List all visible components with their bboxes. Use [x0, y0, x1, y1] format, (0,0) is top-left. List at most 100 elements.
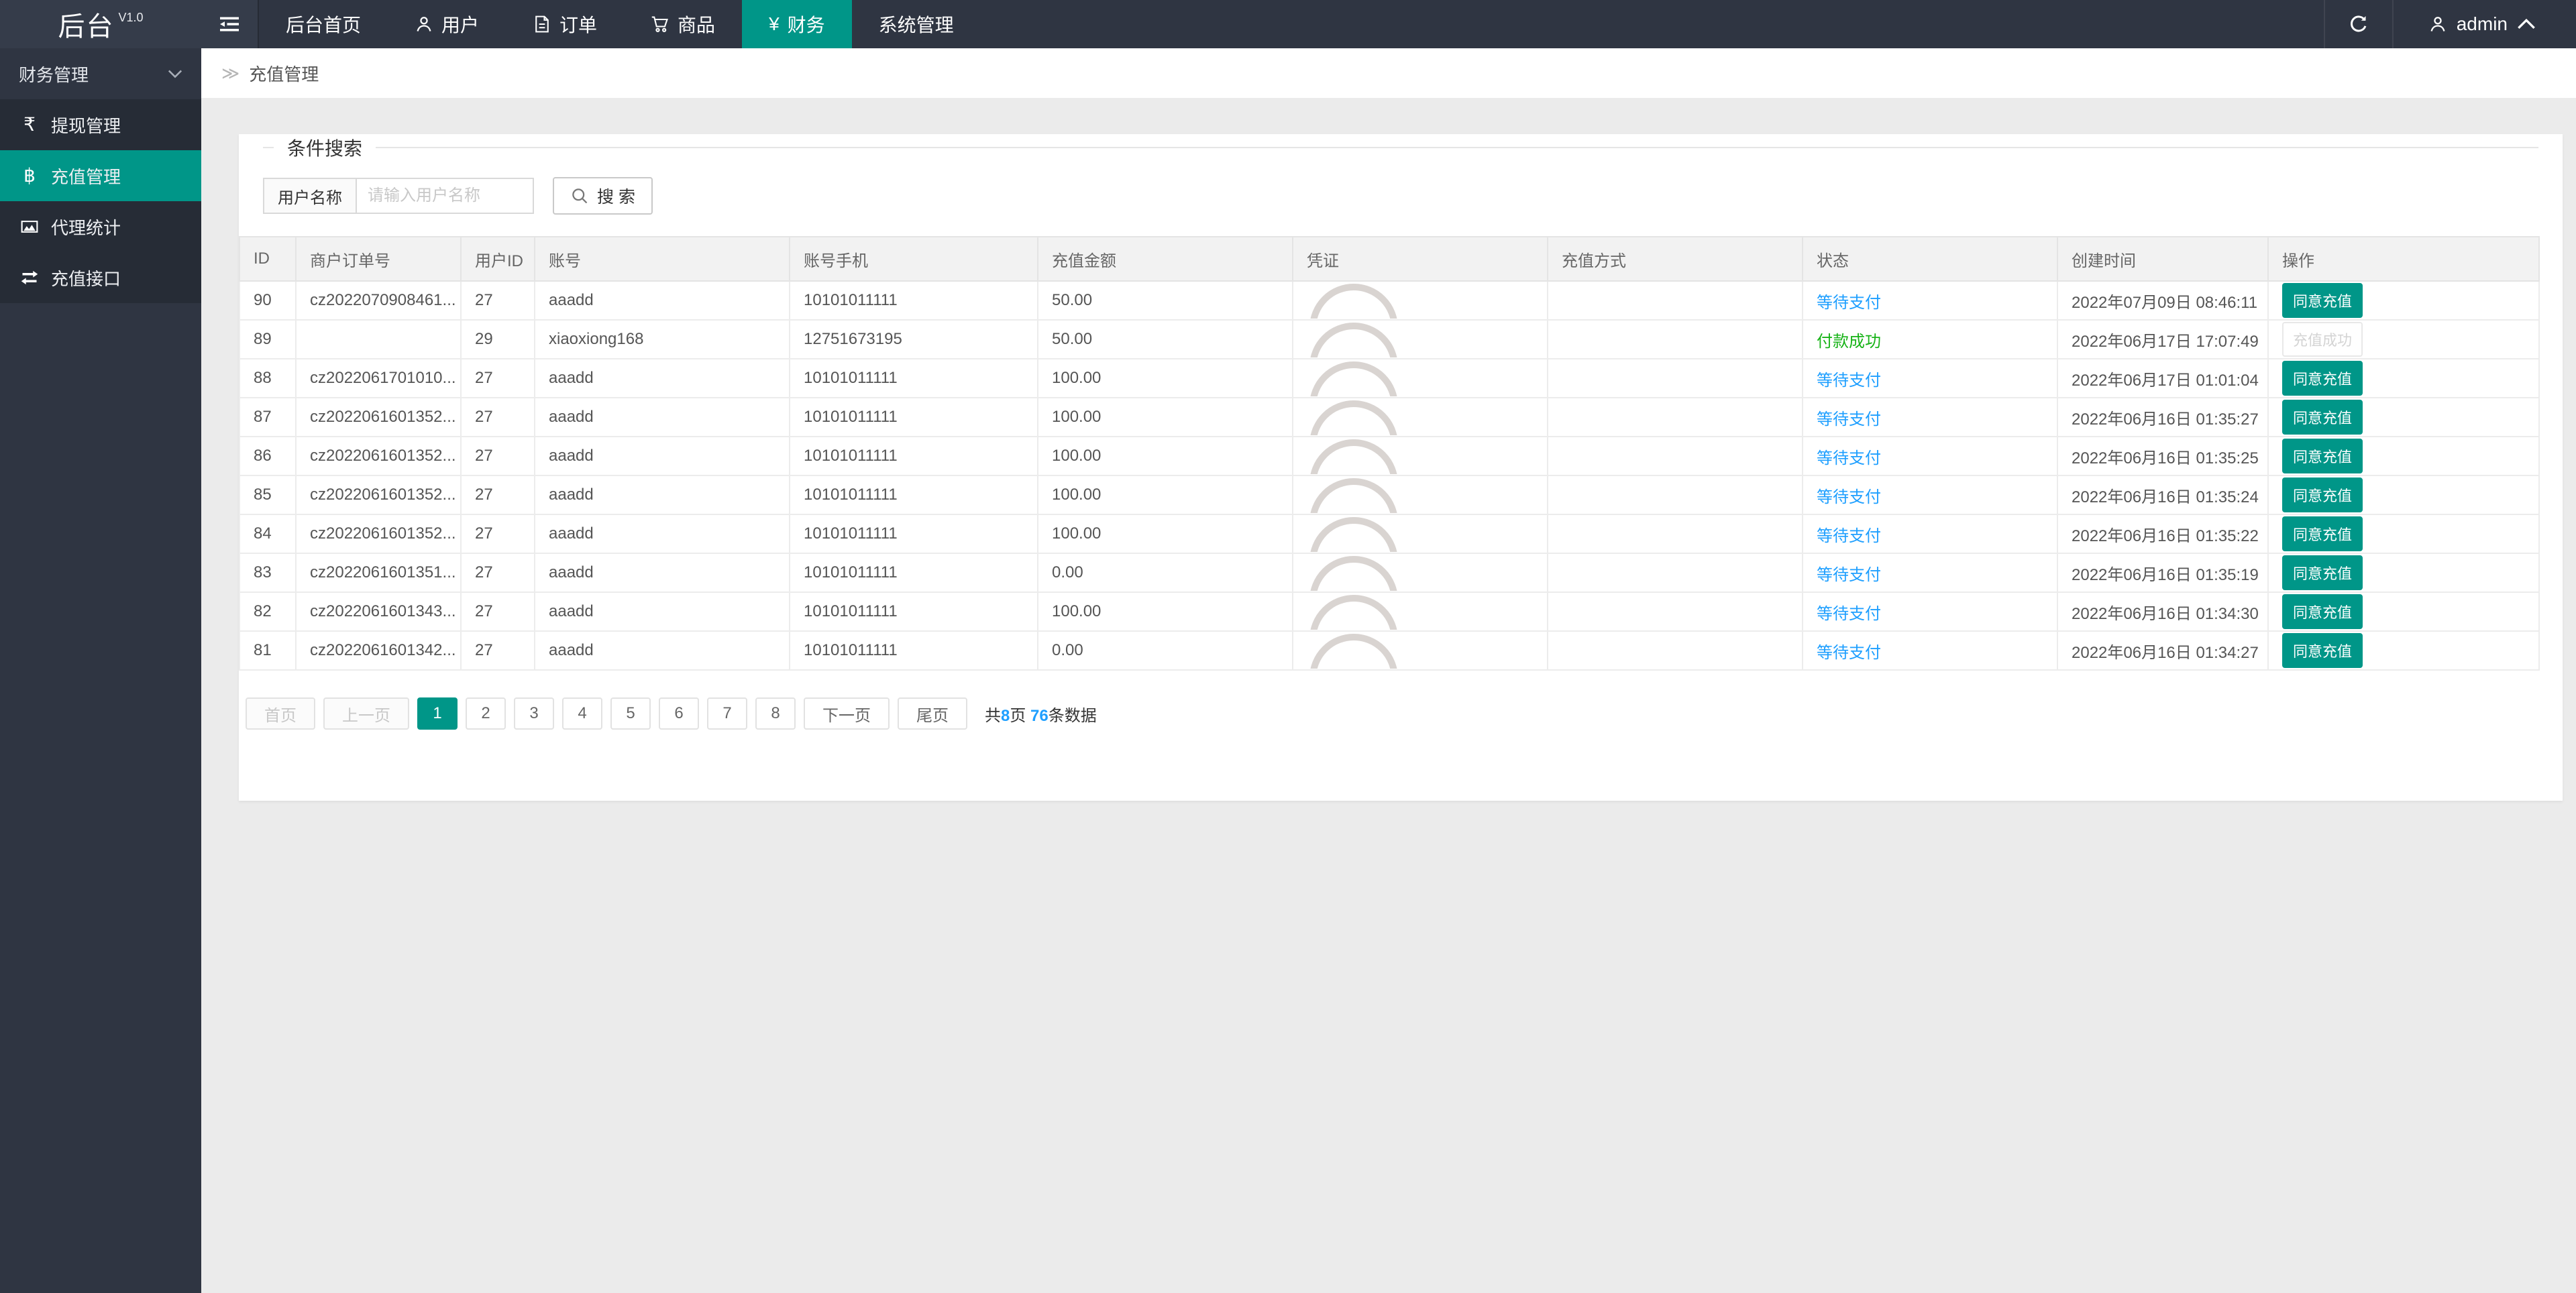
- cell-user-id: 27: [460, 553, 535, 593]
- approve-recharge-button[interactable]: 同意充值: [2282, 516, 2363, 551]
- nav-item-orders[interactable]: 订单: [506, 0, 624, 48]
- voucher-image[interactable]: [1309, 595, 1406, 630]
- cell-status: 等待支付: [1802, 553, 2058, 593]
- voucher-image[interactable]: [1309, 517, 1406, 552]
- voucher-image[interactable]: [1309, 361, 1406, 396]
- cell-action: 同意充值: [2267, 475, 2540, 515]
- table-row: 90 cz2022070908461... 27 aaadd 10101011111 50…: [239, 280, 2540, 321]
- cell-id: 84: [239, 514, 297, 554]
- table-body: 90 cz2022070908461... 27 aaadd 10101011111 50…: [239, 280, 2540, 671]
- bitcoin-icon: ฿: [23, 165, 36, 186]
- pagination-page-5[interactable]: 5: [610, 697, 651, 730]
- approve-recharge-button[interactable]: 同意充值: [2282, 439, 2363, 473]
- voucher-image[interactable]: [1309, 634, 1406, 669]
- sidebar-item-label: 充值接口: [51, 268, 121, 289]
- chevron-up-icon: [2517, 15, 2536, 34]
- cell-status: 等待支付: [1802, 630, 2058, 671]
- voucher-image[interactable]: [1309, 478, 1406, 513]
- table-row: 81 cz2022061601342... 27 aaadd 10101011111 0.…: [239, 630, 2540, 671]
- voucher-image[interactable]: [1309, 400, 1406, 435]
- cell-phone: 10101011111: [789, 514, 1038, 554]
- status-badge: 等待支付: [1817, 449, 1881, 467]
- pagination-page-3[interactable]: 3: [514, 697, 554, 730]
- cell-amount: 100.00: [1037, 358, 1293, 398]
- cell-phone: 12751673195: [789, 319, 1038, 359]
- cell-voucher: [1292, 436, 1548, 476]
- voucher-image[interactable]: [1309, 439, 1406, 474]
- nav-item-goods[interactable]: 商品: [624, 0, 742, 48]
- cell-voucher: [1292, 475, 1548, 515]
- cell-phone: 10101011111: [789, 553, 1038, 593]
- main-area: ≫ 充值管理 条件搜索 用户名称 搜 索: [201, 48, 2576, 801]
- cell-phone: 10101011111: [789, 592, 1038, 632]
- cell-action: 同意充值: [2267, 397, 2540, 437]
- cell-account: aaadd: [534, 280, 790, 321]
- sidebar-item-withdraw-manage[interactable]: ₹ 提现管理: [0, 99, 201, 150]
- cell-voucher: [1292, 319, 1548, 359]
- content: 条件搜索 用户名称 搜 索: [201, 98, 2576, 801]
- cell-id: 90: [239, 280, 297, 321]
- cell-id: 85: [239, 475, 297, 515]
- sidebar-item-agent-stats[interactable]: 代理统计: [0, 201, 201, 252]
- cell-amount: 100.00: [1037, 475, 1293, 515]
- voucher-image[interactable]: [1309, 556, 1406, 591]
- pagination-page-8[interactable]: 8: [755, 697, 796, 730]
- sidebar-item-recharge-api[interactable]: 充值接口: [0, 252, 201, 303]
- username-input[interactable]: [357, 178, 534, 214]
- username-label: 用户名称: [263, 178, 357, 214]
- col-header-phone: 账号手机: [789, 236, 1038, 282]
- voucher-image[interactable]: [1309, 323, 1406, 357]
- cell-amount: 50.00: [1037, 319, 1293, 359]
- cell-created: 2022年06月16日 01:35:22: [2057, 514, 2269, 554]
- user-icon: [415, 15, 433, 34]
- pagination-page-1[interactable]: 1: [417, 697, 458, 730]
- cell-action: 同意充值: [2267, 436, 2540, 476]
- nav-item-system[interactable]: 系统管理: [852, 0, 981, 48]
- pagination-page-7[interactable]: 7: [707, 697, 747, 730]
- summary-pages-suffix: 页: [1010, 706, 1031, 725]
- user-menu[interactable]: admin: [2394, 0, 2576, 48]
- pagination-prev-button: 上一页: [323, 697, 409, 730]
- pagination-page-2[interactable]: 2: [466, 697, 506, 730]
- breadcrumb-icon: ≫: [221, 62, 240, 83]
- pagination-page-4[interactable]: 4: [562, 697, 602, 730]
- col-header-created: 创建时间: [2057, 236, 2269, 282]
- cell-action: 充值成功: [2267, 319, 2540, 359]
- table-row: 89 29 xiaoxiong168 12751673195 50.00 付款成功 2022…: [239, 319, 2540, 359]
- nav-item-label: 后台首页: [286, 15, 362, 36]
- voucher-arc: [1309, 595, 1398, 630]
- cell-order-no: cz2022061601352...: [295, 436, 462, 476]
- cell-id: 86: [239, 436, 297, 476]
- approve-recharge-button[interactable]: 同意充值: [2282, 555, 2363, 590]
- approve-recharge-button[interactable]: 同意充值: [2282, 283, 2363, 318]
- cell-order-no: cz2022061701010...: [295, 358, 462, 398]
- cell-order-no: cz2022070908461...: [295, 280, 462, 321]
- search-button[interactable]: 搜 索: [553, 177, 653, 215]
- col-header-action: 操作: [2267, 236, 2540, 282]
- nav-item-home[interactable]: 后台首页: [259, 0, 388, 48]
- voucher-image[interactable]: [1309, 284, 1406, 319]
- approve-recharge-button[interactable]: 同意充值: [2282, 594, 2363, 629]
- menu-toggle-button[interactable]: [201, 0, 258, 48]
- approve-recharge-button[interactable]: 同意充值: [2282, 400, 2363, 435]
- cell-method: [1547, 436, 1803, 476]
- top-navbar: 后台 V1.0 后台首页 用户 订单 商品 ¥ 财务 系统管理 admin: [0, 0, 2576, 48]
- approve-recharge-button[interactable]: 同意充值: [2282, 633, 2363, 668]
- nav-item-users[interactable]: 用户: [388, 0, 506, 48]
- search-icon: [570, 186, 589, 205]
- voucher-arc: [1309, 439, 1398, 474]
- approve-recharge-button[interactable]: 同意充值: [2282, 477, 2363, 512]
- pagination-page-6[interactable]: 6: [659, 697, 699, 730]
- main-nav: 后台首页 用户 订单 商品 ¥ 财务 系统管理: [259, 0, 981, 48]
- cell-status: 等待支付: [1802, 475, 2058, 515]
- sidebar-item-recharge-manage[interactable]: ฿ 充值管理: [0, 150, 201, 201]
- cell-account: aaadd: [534, 475, 790, 515]
- cell-voucher: [1292, 514, 1548, 554]
- sidebar-group-finance[interactable]: 财务管理: [0, 48, 201, 99]
- approve-recharge-button[interactable]: 同意充值: [2282, 361, 2363, 396]
- cell-id: 81: [239, 630, 297, 671]
- refresh-button[interactable]: [2323, 0, 2394, 48]
- pagination-next-button[interactable]: 下一页: [804, 697, 890, 730]
- nav-item-finance[interactable]: ¥ 财务: [742, 0, 852, 48]
- pagination-last-button[interactable]: 尾页: [898, 697, 967, 730]
